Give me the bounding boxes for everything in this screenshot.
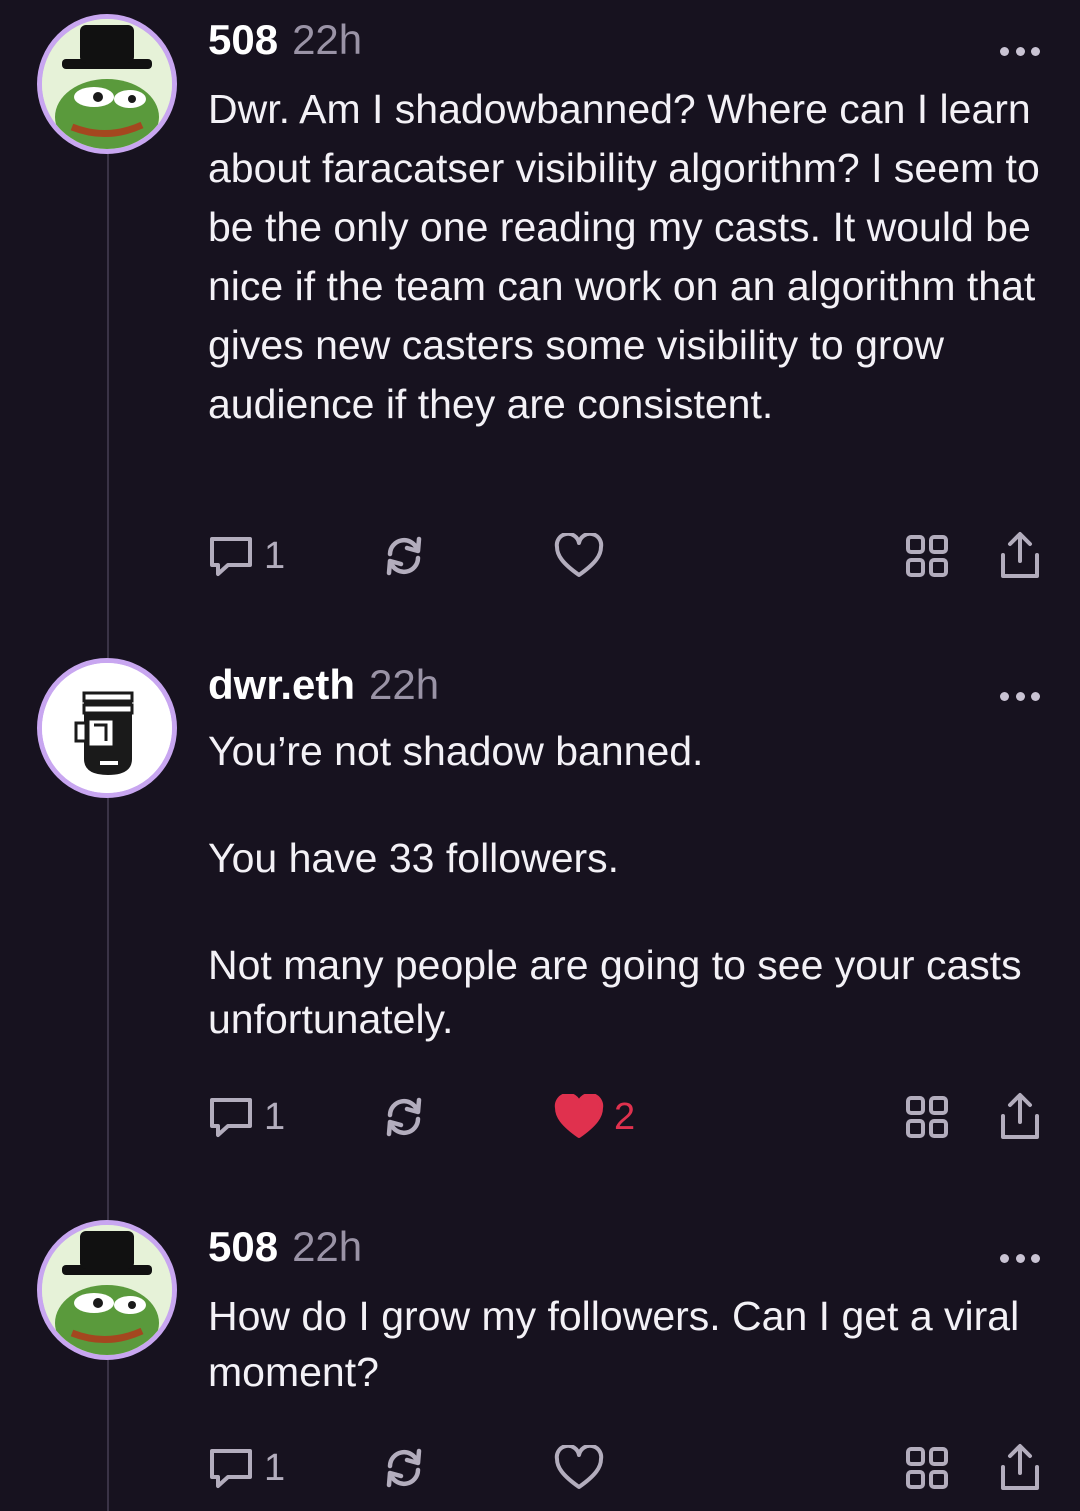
comment-icon	[210, 1449, 252, 1488]
cast-actions: 1 2	[0, 1087, 1080, 1147]
avatar[interactable]	[37, 14, 177, 154]
more-icon-dot	[1031, 46, 1040, 56]
cast-item[interactable]: dwr.eth 22h You’re not shadow banned. You…	[0, 655, 1080, 1175]
share-icon	[1001, 1093, 1039, 1139]
author-name[interactable]: 508	[208, 1223, 278, 1270]
comment-icon	[210, 537, 252, 576]
pepe-avatar-icon	[42, 19, 172, 149]
collect-button[interactable]	[905, 526, 949, 586]
avatar[interactable]	[37, 1220, 177, 1360]
collect-button[interactable]	[905, 1438, 949, 1498]
recast-icon	[386, 1097, 422, 1137]
pepe-avatar-icon	[42, 1225, 172, 1355]
share-icon	[1001, 532, 1039, 578]
more-icon-dot	[1031, 691, 1040, 701]
reply-button[interactable]: 1	[208, 1438, 285, 1498]
reply-button[interactable]: 1	[208, 526, 285, 586]
more-options-button[interactable]	[1000, 44, 1040, 58]
cast-header: 508 22h	[208, 1217, 362, 1277]
recast-button[interactable]	[380, 1438, 428, 1498]
grid-icon	[906, 1096, 948, 1138]
collect-button[interactable]	[905, 1087, 949, 1147]
cast-actions: 1	[0, 526, 1080, 586]
heart-icon	[554, 1094, 604, 1138]
cast-actions: 1	[0, 1438, 1080, 1498]
more-icon	[1000, 691, 1009, 701]
recast-icon	[386, 1448, 422, 1488]
more-icon-dot	[1031, 1253, 1040, 1263]
reply-count: 1	[264, 1446, 286, 1489]
cast-item[interactable]: 508 22h Dwr. Am I shadowbanned? Where can…	[0, 10, 1080, 610]
share-button[interactable]	[998, 1438, 1042, 1498]
dwr-avatar-icon	[42, 663, 172, 793]
more-options-button[interactable]	[1000, 1251, 1040, 1265]
avatar[interactable]	[37, 658, 177, 798]
share-button[interactable]	[998, 1087, 1042, 1147]
comment-icon	[210, 1098, 252, 1137]
cast-text: Dwr. Am I shadowbanned? Where can I lear…	[208, 86, 1040, 427]
recast-button[interactable]	[380, 526, 428, 586]
cast-text: You’re not shadow banned. You have 33 fo…	[208, 728, 1022, 1042]
like-button[interactable]: 2	[554, 1087, 635, 1147]
author-name[interactable]: dwr.eth	[208, 661, 355, 708]
grid-icon	[906, 535, 948, 577]
more-icon	[1000, 46, 1009, 56]
more-icon-dot	[1015, 46, 1025, 56]
share-icon	[1001, 1444, 1039, 1490]
timestamp: 22h	[292, 16, 363, 63]
heart-icon	[554, 533, 604, 577]
more-icon-dot	[1015, 691, 1025, 701]
timestamp: 22h	[369, 661, 440, 708]
reply-count: 1	[264, 1095, 286, 1138]
share-button[interactable]	[998, 526, 1042, 586]
cast-header: 508 22h	[208, 10, 362, 70]
more-icon-dot	[1015, 1253, 1025, 1263]
recast-button[interactable]	[380, 1087, 428, 1147]
author-name[interactable]: 508	[208, 16, 278, 63]
more-icon	[1000, 1253, 1009, 1263]
timestamp: 22h	[292, 1223, 363, 1270]
grid-icon	[906, 1447, 948, 1489]
reply-count: 1	[264, 534, 286, 577]
like-button[interactable]	[554, 1438, 604, 1498]
more-options-button[interactable]	[1000, 689, 1040, 703]
heart-icon	[554, 1445, 604, 1489]
reply-button[interactable]: 1	[208, 1087, 285, 1147]
cast-header: dwr.eth 22h	[208, 655, 439, 715]
cast-text: How do I grow my followers. Can I get a …	[208, 1293, 1020, 1395]
like-button[interactable]	[554, 526, 604, 586]
like-count: 2	[614, 1095, 636, 1138]
recast-icon	[386, 536, 422, 576]
cast-item[interactable]: 508 22h How do I grow my followers. Can I…	[0, 1217, 1080, 1511]
